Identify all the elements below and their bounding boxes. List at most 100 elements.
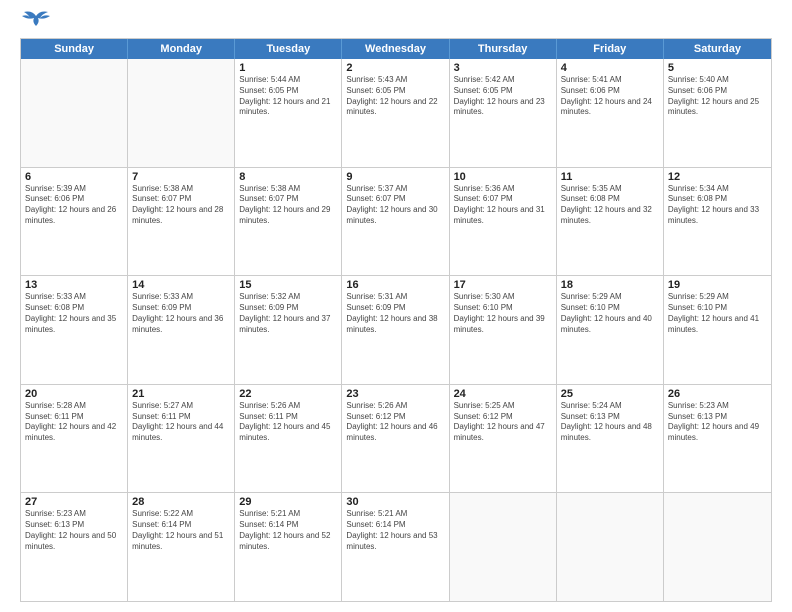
day-info: Sunrise: 5:42 AM Sunset: 6:05 PM Dayligh…: [454, 75, 552, 118]
day-number: 19: [668, 279, 767, 291]
day-info: Sunrise: 5:26 AM Sunset: 6:12 PM Dayligh…: [346, 401, 444, 444]
header-day-thursday: Thursday: [450, 39, 557, 59]
calendar-cell: [21, 59, 128, 167]
calendar-cell: 12Sunrise: 5:34 AM Sunset: 6:08 PM Dayli…: [664, 168, 771, 276]
calendar-cell: 15Sunrise: 5:32 AM Sunset: 6:09 PM Dayli…: [235, 276, 342, 384]
day-number: 20: [25, 388, 123, 400]
day-info: Sunrise: 5:29 AM Sunset: 6:10 PM Dayligh…: [561, 292, 659, 335]
day-info: Sunrise: 5:36 AM Sunset: 6:07 PM Dayligh…: [454, 184, 552, 227]
calendar-cell: 20Sunrise: 5:28 AM Sunset: 6:11 PM Dayli…: [21, 385, 128, 493]
day-number: 2: [346, 62, 444, 74]
header-day-monday: Monday: [128, 39, 235, 59]
day-number: 27: [25, 496, 123, 508]
day-number: 14: [132, 279, 230, 291]
calendar-cell: 6Sunrise: 5:39 AM Sunset: 6:06 PM Daylig…: [21, 168, 128, 276]
calendar-row-4: 20Sunrise: 5:28 AM Sunset: 6:11 PM Dayli…: [21, 384, 771, 493]
calendar-cell: 18Sunrise: 5:29 AM Sunset: 6:10 PM Dayli…: [557, 276, 664, 384]
calendar: SundayMondayTuesdayWednesdayThursdayFrid…: [20, 38, 772, 602]
calendar-row-3: 13Sunrise: 5:33 AM Sunset: 6:08 PM Dayli…: [21, 275, 771, 384]
calendar-cell: 17Sunrise: 5:30 AM Sunset: 6:10 PM Dayli…: [450, 276, 557, 384]
day-number: 9: [346, 171, 444, 183]
day-number: 15: [239, 279, 337, 291]
day-number: 29: [239, 496, 337, 508]
day-info: Sunrise: 5:30 AM Sunset: 6:10 PM Dayligh…: [454, 292, 552, 335]
calendar-cell: 2Sunrise: 5:43 AM Sunset: 6:05 PM Daylig…: [342, 59, 449, 167]
calendar-cell: 26Sunrise: 5:23 AM Sunset: 6:13 PM Dayli…: [664, 385, 771, 493]
calendar-cell: 3Sunrise: 5:42 AM Sunset: 6:05 PM Daylig…: [450, 59, 557, 167]
calendar-header: SundayMondayTuesdayWednesdayThursdayFrid…: [21, 39, 771, 59]
calendar-row-1: 1Sunrise: 5:44 AM Sunset: 6:05 PM Daylig…: [21, 59, 771, 167]
day-number: 8: [239, 171, 337, 183]
day-info: Sunrise: 5:37 AM Sunset: 6:07 PM Dayligh…: [346, 184, 444, 227]
day-info: Sunrise: 5:43 AM Sunset: 6:05 PM Dayligh…: [346, 75, 444, 118]
day-number: 1: [239, 62, 337, 74]
day-number: 21: [132, 388, 230, 400]
day-number: 13: [25, 279, 123, 291]
day-info: Sunrise: 5:38 AM Sunset: 6:07 PM Dayligh…: [239, 184, 337, 227]
day-info: Sunrise: 5:41 AM Sunset: 6:06 PM Dayligh…: [561, 75, 659, 118]
header: [20, 16, 772, 28]
calendar-cell: 25Sunrise: 5:24 AM Sunset: 6:13 PM Dayli…: [557, 385, 664, 493]
day-info: Sunrise: 5:31 AM Sunset: 6:09 PM Dayligh…: [346, 292, 444, 335]
day-info: Sunrise: 5:44 AM Sunset: 6:05 PM Dayligh…: [239, 75, 337, 118]
logo-bird-icon: [22, 8, 50, 28]
calendar-cell: 24Sunrise: 5:25 AM Sunset: 6:12 PM Dayli…: [450, 385, 557, 493]
day-number: 28: [132, 496, 230, 508]
day-info: Sunrise: 5:25 AM Sunset: 6:12 PM Dayligh…: [454, 401, 552, 444]
logo: [20, 16, 50, 28]
day-info: Sunrise: 5:34 AM Sunset: 6:08 PM Dayligh…: [668, 184, 767, 227]
calendar-cell: 14Sunrise: 5:33 AM Sunset: 6:09 PM Dayli…: [128, 276, 235, 384]
day-number: 23: [346, 388, 444, 400]
day-info: Sunrise: 5:33 AM Sunset: 6:08 PM Dayligh…: [25, 292, 123, 335]
calendar-cell: 22Sunrise: 5:26 AM Sunset: 6:11 PM Dayli…: [235, 385, 342, 493]
header-day-sunday: Sunday: [21, 39, 128, 59]
day-info: Sunrise: 5:40 AM Sunset: 6:06 PM Dayligh…: [668, 75, 767, 118]
calendar-cell: 7Sunrise: 5:38 AM Sunset: 6:07 PM Daylig…: [128, 168, 235, 276]
day-info: Sunrise: 5:21 AM Sunset: 6:14 PM Dayligh…: [346, 509, 444, 552]
day-number: 24: [454, 388, 552, 400]
calendar-cell: 16Sunrise: 5:31 AM Sunset: 6:09 PM Dayli…: [342, 276, 449, 384]
day-info: Sunrise: 5:39 AM Sunset: 6:06 PM Dayligh…: [25, 184, 123, 227]
calendar-cell: [450, 493, 557, 601]
calendar-cell: 9Sunrise: 5:37 AM Sunset: 6:07 PM Daylig…: [342, 168, 449, 276]
calendar-cell: 11Sunrise: 5:35 AM Sunset: 6:08 PM Dayli…: [557, 168, 664, 276]
calendar-cell: 23Sunrise: 5:26 AM Sunset: 6:12 PM Dayli…: [342, 385, 449, 493]
day-number: 6: [25, 171, 123, 183]
day-info: Sunrise: 5:32 AM Sunset: 6:09 PM Dayligh…: [239, 292, 337, 335]
day-info: Sunrise: 5:33 AM Sunset: 6:09 PM Dayligh…: [132, 292, 230, 335]
calendar-cell: [557, 493, 664, 601]
day-info: Sunrise: 5:35 AM Sunset: 6:08 PM Dayligh…: [561, 184, 659, 227]
day-info: Sunrise: 5:38 AM Sunset: 6:07 PM Dayligh…: [132, 184, 230, 227]
day-info: Sunrise: 5:27 AM Sunset: 6:11 PM Dayligh…: [132, 401, 230, 444]
page: SundayMondayTuesdayWednesdayThursdayFrid…: [0, 0, 792, 612]
calendar-cell: 1Sunrise: 5:44 AM Sunset: 6:05 PM Daylig…: [235, 59, 342, 167]
day-info: Sunrise: 5:21 AM Sunset: 6:14 PM Dayligh…: [239, 509, 337, 552]
header-day-friday: Friday: [557, 39, 664, 59]
calendar-cell: 5Sunrise: 5:40 AM Sunset: 6:06 PM Daylig…: [664, 59, 771, 167]
calendar-body: 1Sunrise: 5:44 AM Sunset: 6:05 PM Daylig…: [21, 59, 771, 601]
day-number: 30: [346, 496, 444, 508]
day-number: 26: [668, 388, 767, 400]
day-number: 5: [668, 62, 767, 74]
calendar-cell: [664, 493, 771, 601]
day-info: Sunrise: 5:29 AM Sunset: 6:10 PM Dayligh…: [668, 292, 767, 335]
calendar-cell: 28Sunrise: 5:22 AM Sunset: 6:14 PM Dayli…: [128, 493, 235, 601]
calendar-row-5: 27Sunrise: 5:23 AM Sunset: 6:13 PM Dayli…: [21, 492, 771, 601]
calendar-cell: [128, 59, 235, 167]
day-number: 7: [132, 171, 230, 183]
calendar-cell: 27Sunrise: 5:23 AM Sunset: 6:13 PM Dayli…: [21, 493, 128, 601]
day-number: 11: [561, 171, 659, 183]
day-number: 3: [454, 62, 552, 74]
calendar-cell: 19Sunrise: 5:29 AM Sunset: 6:10 PM Dayli…: [664, 276, 771, 384]
day-number: 25: [561, 388, 659, 400]
header-day-tuesday: Tuesday: [235, 39, 342, 59]
calendar-cell: 4Sunrise: 5:41 AM Sunset: 6:06 PM Daylig…: [557, 59, 664, 167]
day-info: Sunrise: 5:26 AM Sunset: 6:11 PM Dayligh…: [239, 401, 337, 444]
calendar-cell: 21Sunrise: 5:27 AM Sunset: 6:11 PM Dayli…: [128, 385, 235, 493]
day-info: Sunrise: 5:22 AM Sunset: 6:14 PM Dayligh…: [132, 509, 230, 552]
day-info: Sunrise: 5:23 AM Sunset: 6:13 PM Dayligh…: [668, 401, 767, 444]
day-info: Sunrise: 5:28 AM Sunset: 6:11 PM Dayligh…: [25, 401, 123, 444]
day-number: 17: [454, 279, 552, 291]
day-info: Sunrise: 5:23 AM Sunset: 6:13 PM Dayligh…: [25, 509, 123, 552]
calendar-cell: 13Sunrise: 5:33 AM Sunset: 6:08 PM Dayli…: [21, 276, 128, 384]
